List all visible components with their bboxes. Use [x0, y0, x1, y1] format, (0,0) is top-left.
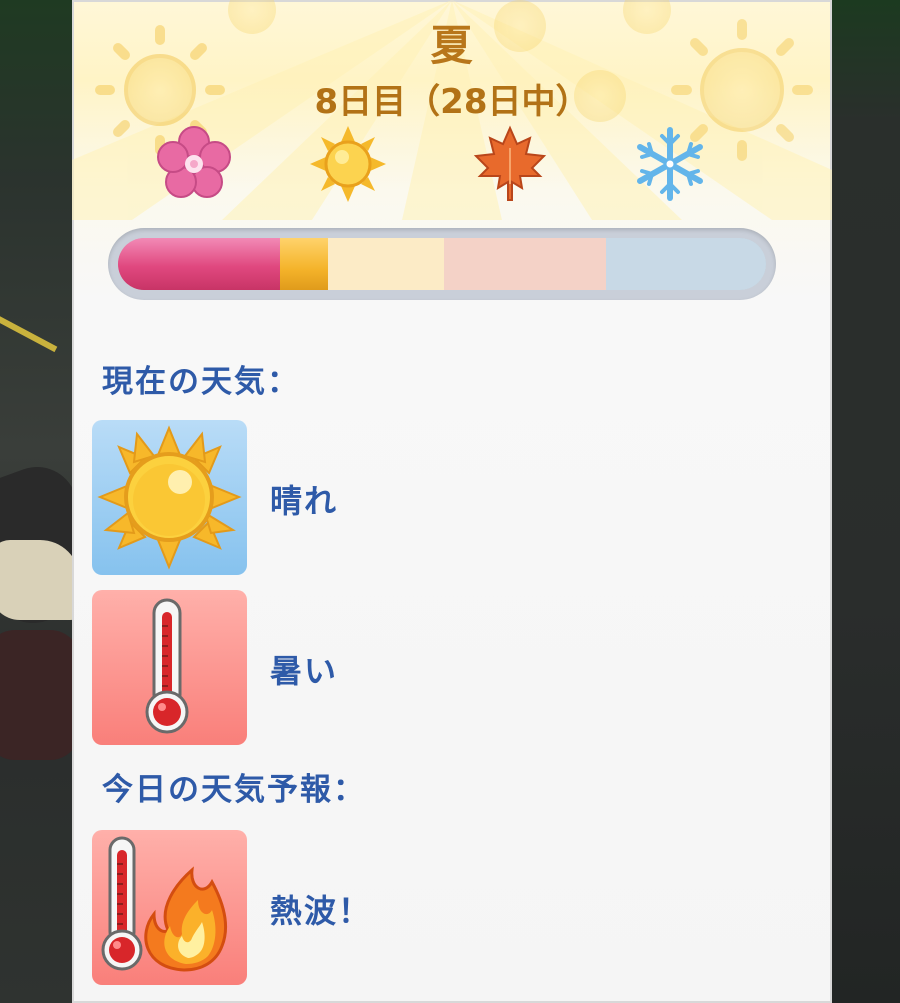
season-day-counter: 8日目（28日中）	[314, 82, 590, 122]
forecast-heading: 今日の天気予報：	[102, 772, 366, 808]
weather-temperature-text: 暑い	[270, 652, 339, 690]
weather-temperature-tile	[92, 590, 247, 745]
season-progress-track	[118, 238, 766, 290]
background-object	[0, 313, 58, 353]
heatwave-icon	[101, 836, 228, 972]
snowflake-icon	[637, 127, 703, 201]
season-title: 夏	[430, 21, 474, 70]
spring-segment	[118, 238, 280, 290]
winter-segment	[606, 238, 766, 290]
background-object	[0, 630, 80, 760]
forecast-text: 熱波！	[270, 892, 373, 930]
forecast-heatwave-tile	[92, 830, 247, 985]
maple-leaf-icon	[473, 125, 547, 201]
flower-icon	[157, 126, 231, 198]
season-progress-bar	[108, 228, 776, 300]
current-weather-heading: 現在の天気：	[102, 364, 300, 400]
fall-segment	[444, 238, 606, 290]
summer-elapsed-segment	[280, 238, 328, 290]
weather-panel: 夏 8日目（28日中） 現在の天気： 晴れ 暑い 今日の天気予報： 熱波！	[72, 0, 832, 1003]
thermometer-icon	[145, 598, 189, 734]
weather-sunny-tile	[92, 420, 247, 575]
sun-icon	[97, 425, 242, 570]
background-object	[0, 540, 80, 620]
weather-condition-text: 晴れ	[270, 482, 339, 520]
game-background-left	[0, 0, 113, 1003]
sun-icon	[310, 126, 386, 202]
summer-remaining-segment	[328, 238, 444, 290]
game-background-right	[832, 0, 900, 1003]
